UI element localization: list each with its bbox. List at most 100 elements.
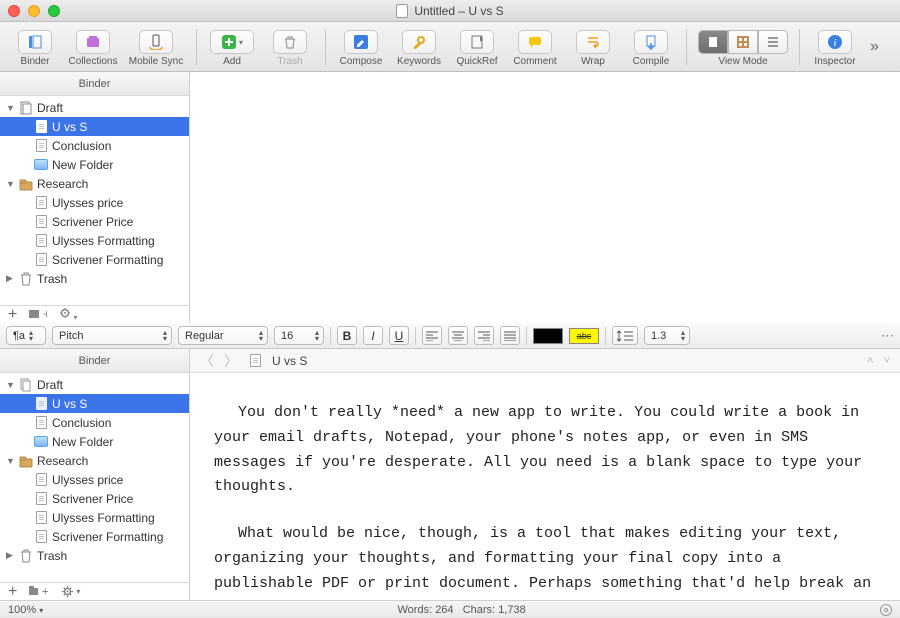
zoom-level[interactable]: 100% ▾ — [8, 604, 43, 616]
inspector-button[interactable]: i Inspector — [806, 26, 864, 67]
highlight-color-swatch[interactable]: abc — [569, 328, 599, 344]
document-icon — [34, 530, 48, 544]
binder-item-u-vs-s[interactable]: U vs S — [0, 117, 189, 136]
comment-button[interactable]: Comment — [506, 26, 564, 67]
keywords-button[interactable]: Keywords — [390, 26, 448, 67]
binder-sidebar: Binder ▼Draft U vs S Conclusion New Fold… — [0, 349, 190, 600]
document-icon — [34, 397, 48, 411]
align-right-button[interactable] — [474, 326, 494, 345]
binder-tree[interactable]: ▼Draft U vs S Conclusion New Folder ▼Res… — [0, 96, 189, 305]
document-icon — [34, 215, 48, 229]
font-family-select[interactable]: Pitch▴▾ — [52, 326, 172, 345]
view-mode-cork[interactable] — [728, 30, 758, 54]
editor-pane: 〈 〉 U vs S ˄ ˅ You don't really *need* a… — [190, 349, 900, 600]
add-folder-button[interactable]: + — [29, 307, 47, 323]
trash-button[interactable]: Trash — [261, 26, 319, 67]
editor-doc-title: U vs S — [272, 354, 307, 368]
bold-button[interactable]: B — [337, 326, 357, 345]
binder-item-ulysses-formatting[interactable]: Ulysses Formatting — [0, 508, 189, 527]
binder-sidebar: Binder ▼Draft U vs S Conclusion New Fold… — [0, 72, 190, 323]
binder-item-conclusion[interactable]: Conclusion — [0, 136, 189, 155]
main-toolbar: Binder Collections Mobile Sync ▾ Add Tra… — [0, 22, 900, 72]
binder-gear-button[interactable]: ▾ — [59, 306, 77, 323]
paragraph-style-select[interactable]: ¶a▴▾ — [6, 326, 46, 345]
binder-item-draft[interactable]: ▼Draft — [0, 98, 189, 117]
compose-button[interactable]: Compose — [332, 26, 390, 67]
binder-item-new-folder[interactable]: New Folder — [0, 432, 189, 451]
binder-item-trash[interactable]: ▶Trash — [0, 269, 189, 288]
paragraph[interactable]: You don't really *need* a new app to wri… — [214, 401, 876, 500]
minimize-window-button[interactable] — [28, 5, 40, 17]
nav-back-button[interactable]: 〈 — [200, 351, 214, 371]
svg-text:+: + — [42, 586, 48, 597]
binder-item-u-vs-s[interactable]: U vs S — [0, 394, 189, 413]
svg-text:i: i — [833, 37, 836, 49]
document-icon — [34, 473, 48, 487]
target-icon[interactable] — [880, 604, 892, 616]
mobile-sync-button[interactable]: Mobile Sync — [122, 26, 190, 67]
nav-forward-button[interactable]: 〉 — [224, 351, 238, 371]
add-item-button[interactable]: + — [8, 583, 17, 601]
align-justify-button[interactable] — [500, 326, 520, 345]
align-center-button[interactable] — [448, 326, 468, 345]
font-weight-select[interactable]: Regular▴▾ — [178, 326, 268, 345]
main-columns: Binder ▼Draft U vs S Conclusion New Fold… — [0, 349, 900, 600]
quickref-button[interactable]: QuickRef — [448, 26, 506, 67]
line-spacing-button[interactable] — [612, 326, 638, 345]
binder-item-scrivener-formatting[interactable]: Scrivener Formatting — [0, 250, 189, 269]
close-window-button[interactable] — [8, 5, 20, 17]
line-spacing-select[interactable]: 1.3▴▾ — [644, 326, 690, 345]
add-folder-button[interactable]: + — [29, 584, 49, 600]
underline-button[interactable]: U — [389, 326, 409, 345]
zoom-window-button[interactable] — [48, 5, 60, 17]
view-mode-single[interactable] — [698, 30, 728, 54]
keywords-icon — [402, 30, 436, 54]
binder-title: Binder — [0, 72, 189, 96]
binder-item-ulysses-price[interactable]: Ulysses price — [0, 470, 189, 489]
binder-tree[interactable]: ▼Draft U vs S Conclusion New Folder ▼Res… — [0, 373, 189, 582]
wrap-button[interactable]: Wrap — [564, 26, 622, 67]
binder-item-scrivener-price[interactable]: Scrivener Price — [0, 489, 189, 508]
editor-up-button[interactable]: ˄ — [867, 355, 873, 367]
quickref-icon — [460, 30, 494, 54]
trash-icon — [273, 30, 307, 54]
compose-icon — [344, 30, 378, 54]
research-folder-icon — [19, 177, 33, 191]
inspector-icon: i — [818, 30, 852, 54]
binder-item-ulysses-price[interactable]: Ulysses price — [0, 193, 189, 212]
italic-button[interactable]: I — [363, 326, 383, 345]
status-bar: 100% ▾ Words: 264 Chars: 1,738 — [0, 600, 900, 618]
binder-icon — [18, 30, 52, 54]
binder-footer: + + ▾ — [0, 582, 189, 600]
binder-item-conclusion[interactable]: Conclusion — [0, 413, 189, 432]
compile-button[interactable]: Compile — [622, 26, 680, 67]
document-icon — [248, 354, 262, 368]
binder-item-ulysses-formatting[interactable]: Ulysses Formatting — [0, 231, 189, 250]
toolbar-overflow-button[interactable]: » — [864, 38, 885, 56]
binder-item-scrivener-formatting[interactable]: Scrivener Formatting — [0, 527, 189, 546]
collections-button[interactable]: Collections — [64, 26, 122, 67]
binder-item-research[interactable]: ▼Research — [0, 174, 189, 193]
binder-item-draft[interactable]: ▼Draft — [0, 375, 189, 394]
document-icon — [34, 196, 48, 210]
editor-content[interactable]: You don't really *need* a new app to wri… — [190, 373, 900, 600]
add-item-button[interactable]: + — [8, 306, 17, 324]
binder-item-research[interactable]: ▼Research — [0, 451, 189, 470]
document-icon — [34, 416, 48, 430]
paragraph[interactable]: What would be nice, though, is a tool th… — [214, 522, 876, 600]
view-mode-outline[interactable] — [758, 30, 788, 54]
add-button[interactable]: ▾ Add — [203, 26, 261, 67]
font-size-select[interactable]: 16▴▾ — [274, 326, 324, 345]
binder-item-scrivener-price[interactable]: Scrivener Price — [0, 212, 189, 231]
binder-gear-button[interactable]: ▾ — [61, 585, 80, 598]
binder-item-new-folder[interactable]: New Folder — [0, 155, 189, 174]
binder-button[interactable]: Binder — [6, 26, 64, 67]
trash-icon — [19, 272, 33, 286]
format-overflow-button[interactable]: ⋯ — [881, 328, 894, 344]
add-icon: ▾ — [210, 30, 254, 54]
wrap-icon — [576, 30, 610, 54]
align-left-button[interactable] — [422, 326, 442, 345]
editor-down-button[interactable]: ˅ — [884, 355, 890, 367]
binder-item-trash[interactable]: ▶Trash — [0, 546, 189, 565]
text-color-swatch[interactable] — [533, 328, 563, 344]
